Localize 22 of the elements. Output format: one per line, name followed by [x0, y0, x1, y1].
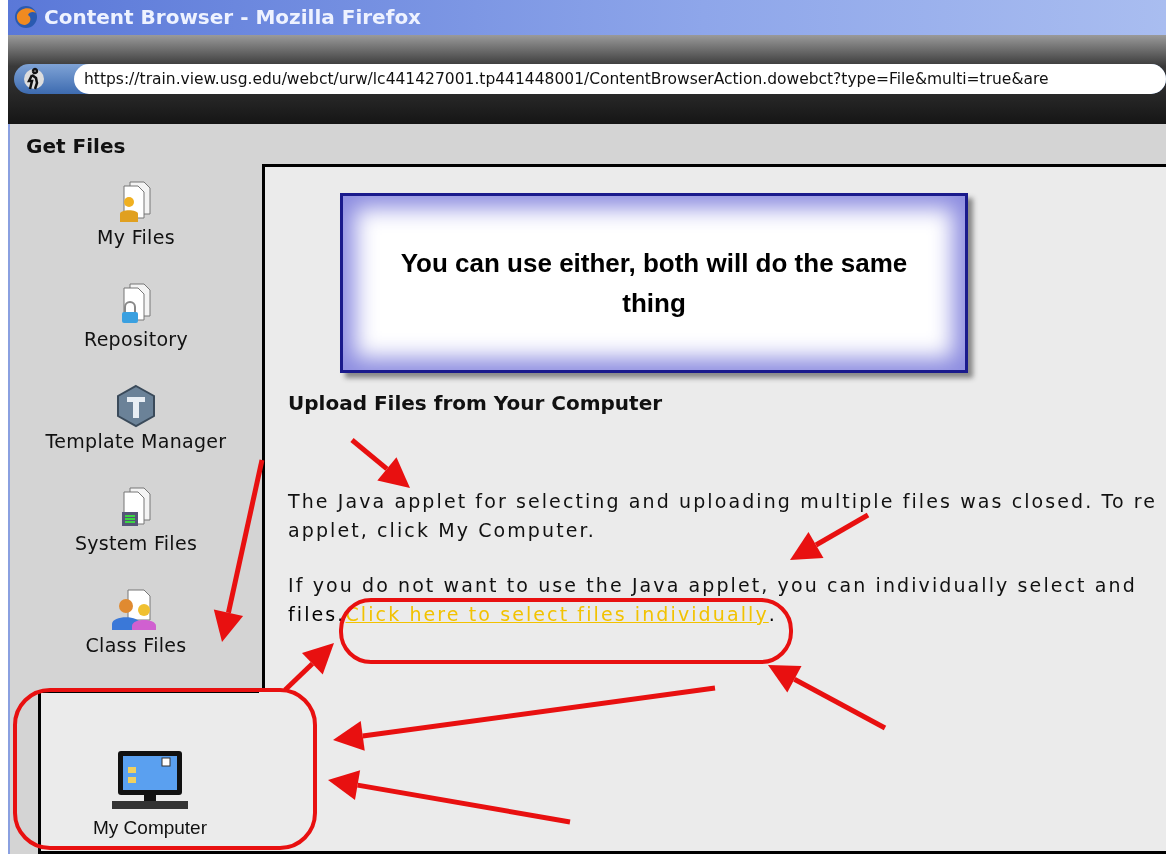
paragraph-line: applet, click My Computer. — [288, 518, 596, 543]
address-bar[interactable]: https://train.view.usg.edu/webct/urw/lc441427001.tp441448001/ContentBrowserAction.dowebct?type=File&multi=true&are — [14, 64, 1166, 95]
annotation-arrow — [350, 438, 410, 488]
computer-icon — [110, 749, 190, 811]
sidebar-item[interactable]: Repository — [84, 328, 188, 350]
panel-title: Get Files — [25, 133, 127, 160]
section-heading: Upload Files from Your Computer — [288, 391, 664, 415]
paragraph-text: . — [768, 602, 777, 627]
sidebar-item[interactable]: My Files — [97, 226, 175, 248]
hiker-icon — [24, 67, 44, 92]
paragraph-line: The Java applet for selecting and uploading multiple files was closed. To re — [288, 489, 1158, 514]
sidebar-item[interactable]: Class Files — [85, 634, 187, 656]
fox-globe-icon — [14, 5, 38, 30]
hexagon-letter-icon — [114, 384, 158, 428]
paragraph-text: files. — [288, 602, 346, 627]
paragraph-line: If you do not want to use the Java applet, you can individually select and — [288, 573, 1137, 598]
my-computer-tab[interactable]: My Computer — [38, 690, 259, 854]
url-text: https://train.view.usg.edu/webct/urw/lc441427001.tp441448001/ContentBrowserAction.dowebct?type=File&multi=true&are — [84, 70, 1049, 89]
sidebar-item[interactable]: System Files — [74, 532, 198, 554]
sidebar-item[interactable]: Template Manager — [45, 430, 227, 452]
window-title: Content Browser - Mozilla Firefox — [44, 5, 422, 30]
callout-text: You can use either, both will do the same thing — [399, 247, 909, 320]
